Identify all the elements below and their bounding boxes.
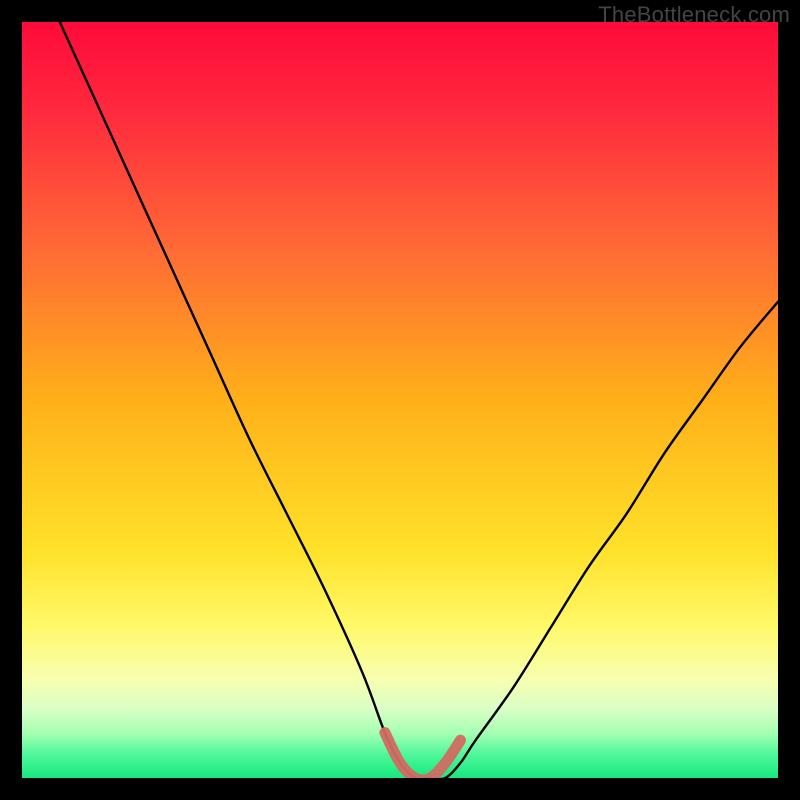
gradient-background — [22, 22, 778, 778]
chart-plot-area — [22, 22, 778, 778]
chart-svg — [22, 22, 778, 778]
chart-frame: TheBottleneck.com — [0, 0, 800, 800]
